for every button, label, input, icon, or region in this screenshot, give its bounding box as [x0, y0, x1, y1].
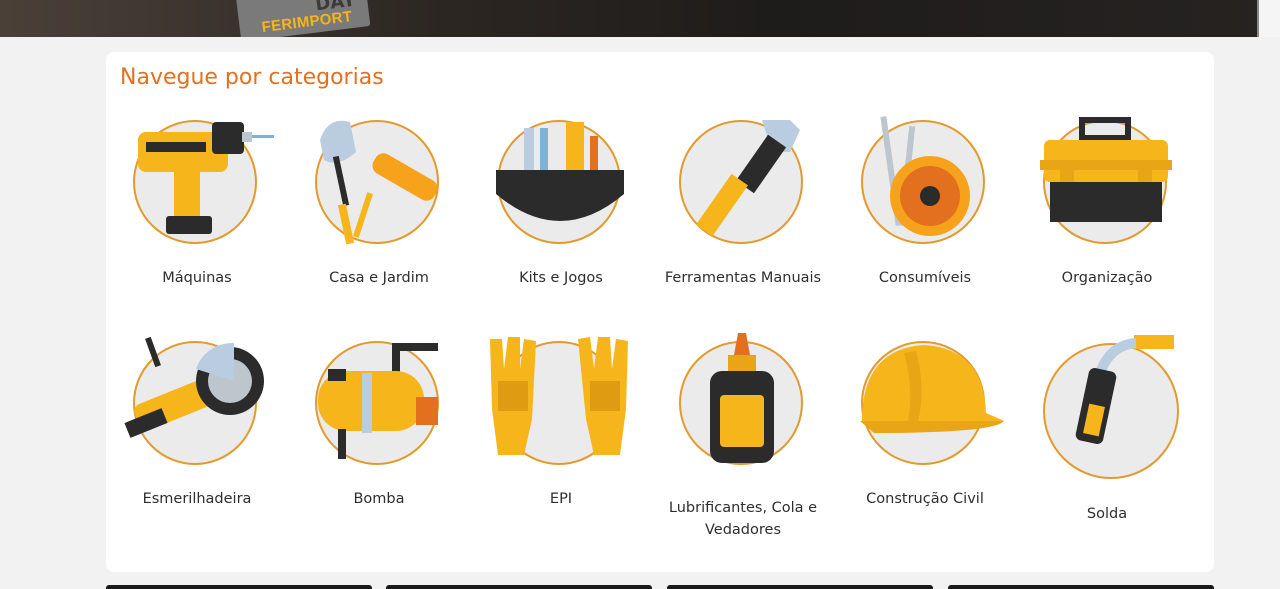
category-kits-jogos[interactable]: Kits e Jogos	[470, 120, 652, 310]
category-organizacao[interactable]: Organização	[1016, 117, 1198, 310]
category-consumiveis[interactable]: Consumíveis	[834, 116, 1016, 310]
category-label: Lubrificantes, Cola e Vedadores	[668, 500, 818, 538]
banner-logo-brand: FERIMPORT	[260, 8, 354, 37]
shovel-roller-icon	[320, 120, 438, 245]
banner-logo: DAY FERIMPORT	[235, 0, 371, 37]
gloves-icon	[490, 337, 628, 455]
category-lubrificantes[interactable]: Lubrificantes, Cola e Vedadores	[652, 333, 834, 551]
bottom-card[interactable]	[948, 585, 1214, 589]
category-label: Consumíveis	[878, 270, 972, 286]
category-label: Bomba	[353, 491, 405, 507]
category-solda[interactable]: Solda	[1016, 335, 1198, 541]
glue-bottle-icon	[710, 333, 774, 463]
welding-torch-icon	[1075, 335, 1174, 444]
angle-grinder-icon	[124, 336, 264, 438]
category-label: EPI	[549, 491, 573, 507]
category-construcao-civil[interactable]: Construção Civil	[834, 341, 1016, 531]
hard-hat-icon	[860, 345, 1004, 433]
category-ferramentas-manuais[interactable]: Ferramentas Manuais	[652, 120, 834, 360]
drill-icon	[138, 122, 274, 234]
category-bomba[interactable]: Bomba	[288, 341, 470, 531]
bottom-card[interactable]	[667, 585, 933, 589]
category-epi[interactable]: EPI	[470, 337, 652, 531]
category-casa-jardim[interactable]: Casa e Jardim	[288, 120, 470, 310]
pump-icon	[318, 343, 438, 459]
category-esmerilhadeira[interactable]: Esmerilhadeira	[106, 336, 288, 531]
category-label: Casa e Jardim	[329, 270, 429, 286]
bottom-card[interactable]	[106, 585, 372, 589]
category-label: Esmerilhadeira	[142, 491, 252, 507]
category-label: Organização	[1061, 270, 1153, 286]
drill-bits-disc-icon	[880, 116, 970, 236]
wrench-icon	[696, 120, 800, 237]
category-label: Máquinas	[162, 270, 232, 286]
category-label: Ferramentas Manuais	[664, 270, 822, 286]
tool-kit-icon	[496, 122, 624, 221]
toolbox-icon	[1040, 117, 1172, 222]
categories-panel: Navegue por categorias Máquinas Casa e J…	[106, 52, 1214, 572]
banner-edge	[1257, 0, 1280, 37]
section-title: Navegue por categorias	[120, 65, 384, 90]
top-banner[interactable]: DAY FERIMPORT	[0, 0, 1280, 37]
category-label: Solda	[1086, 506, 1128, 522]
category-label: Kits e Jogos	[519, 270, 603, 286]
category-maquinas[interactable]: Máquinas	[106, 120, 288, 310]
bottom-card[interactable]	[386, 585, 652, 589]
category-label: Construção Civil	[866, 491, 984, 507]
